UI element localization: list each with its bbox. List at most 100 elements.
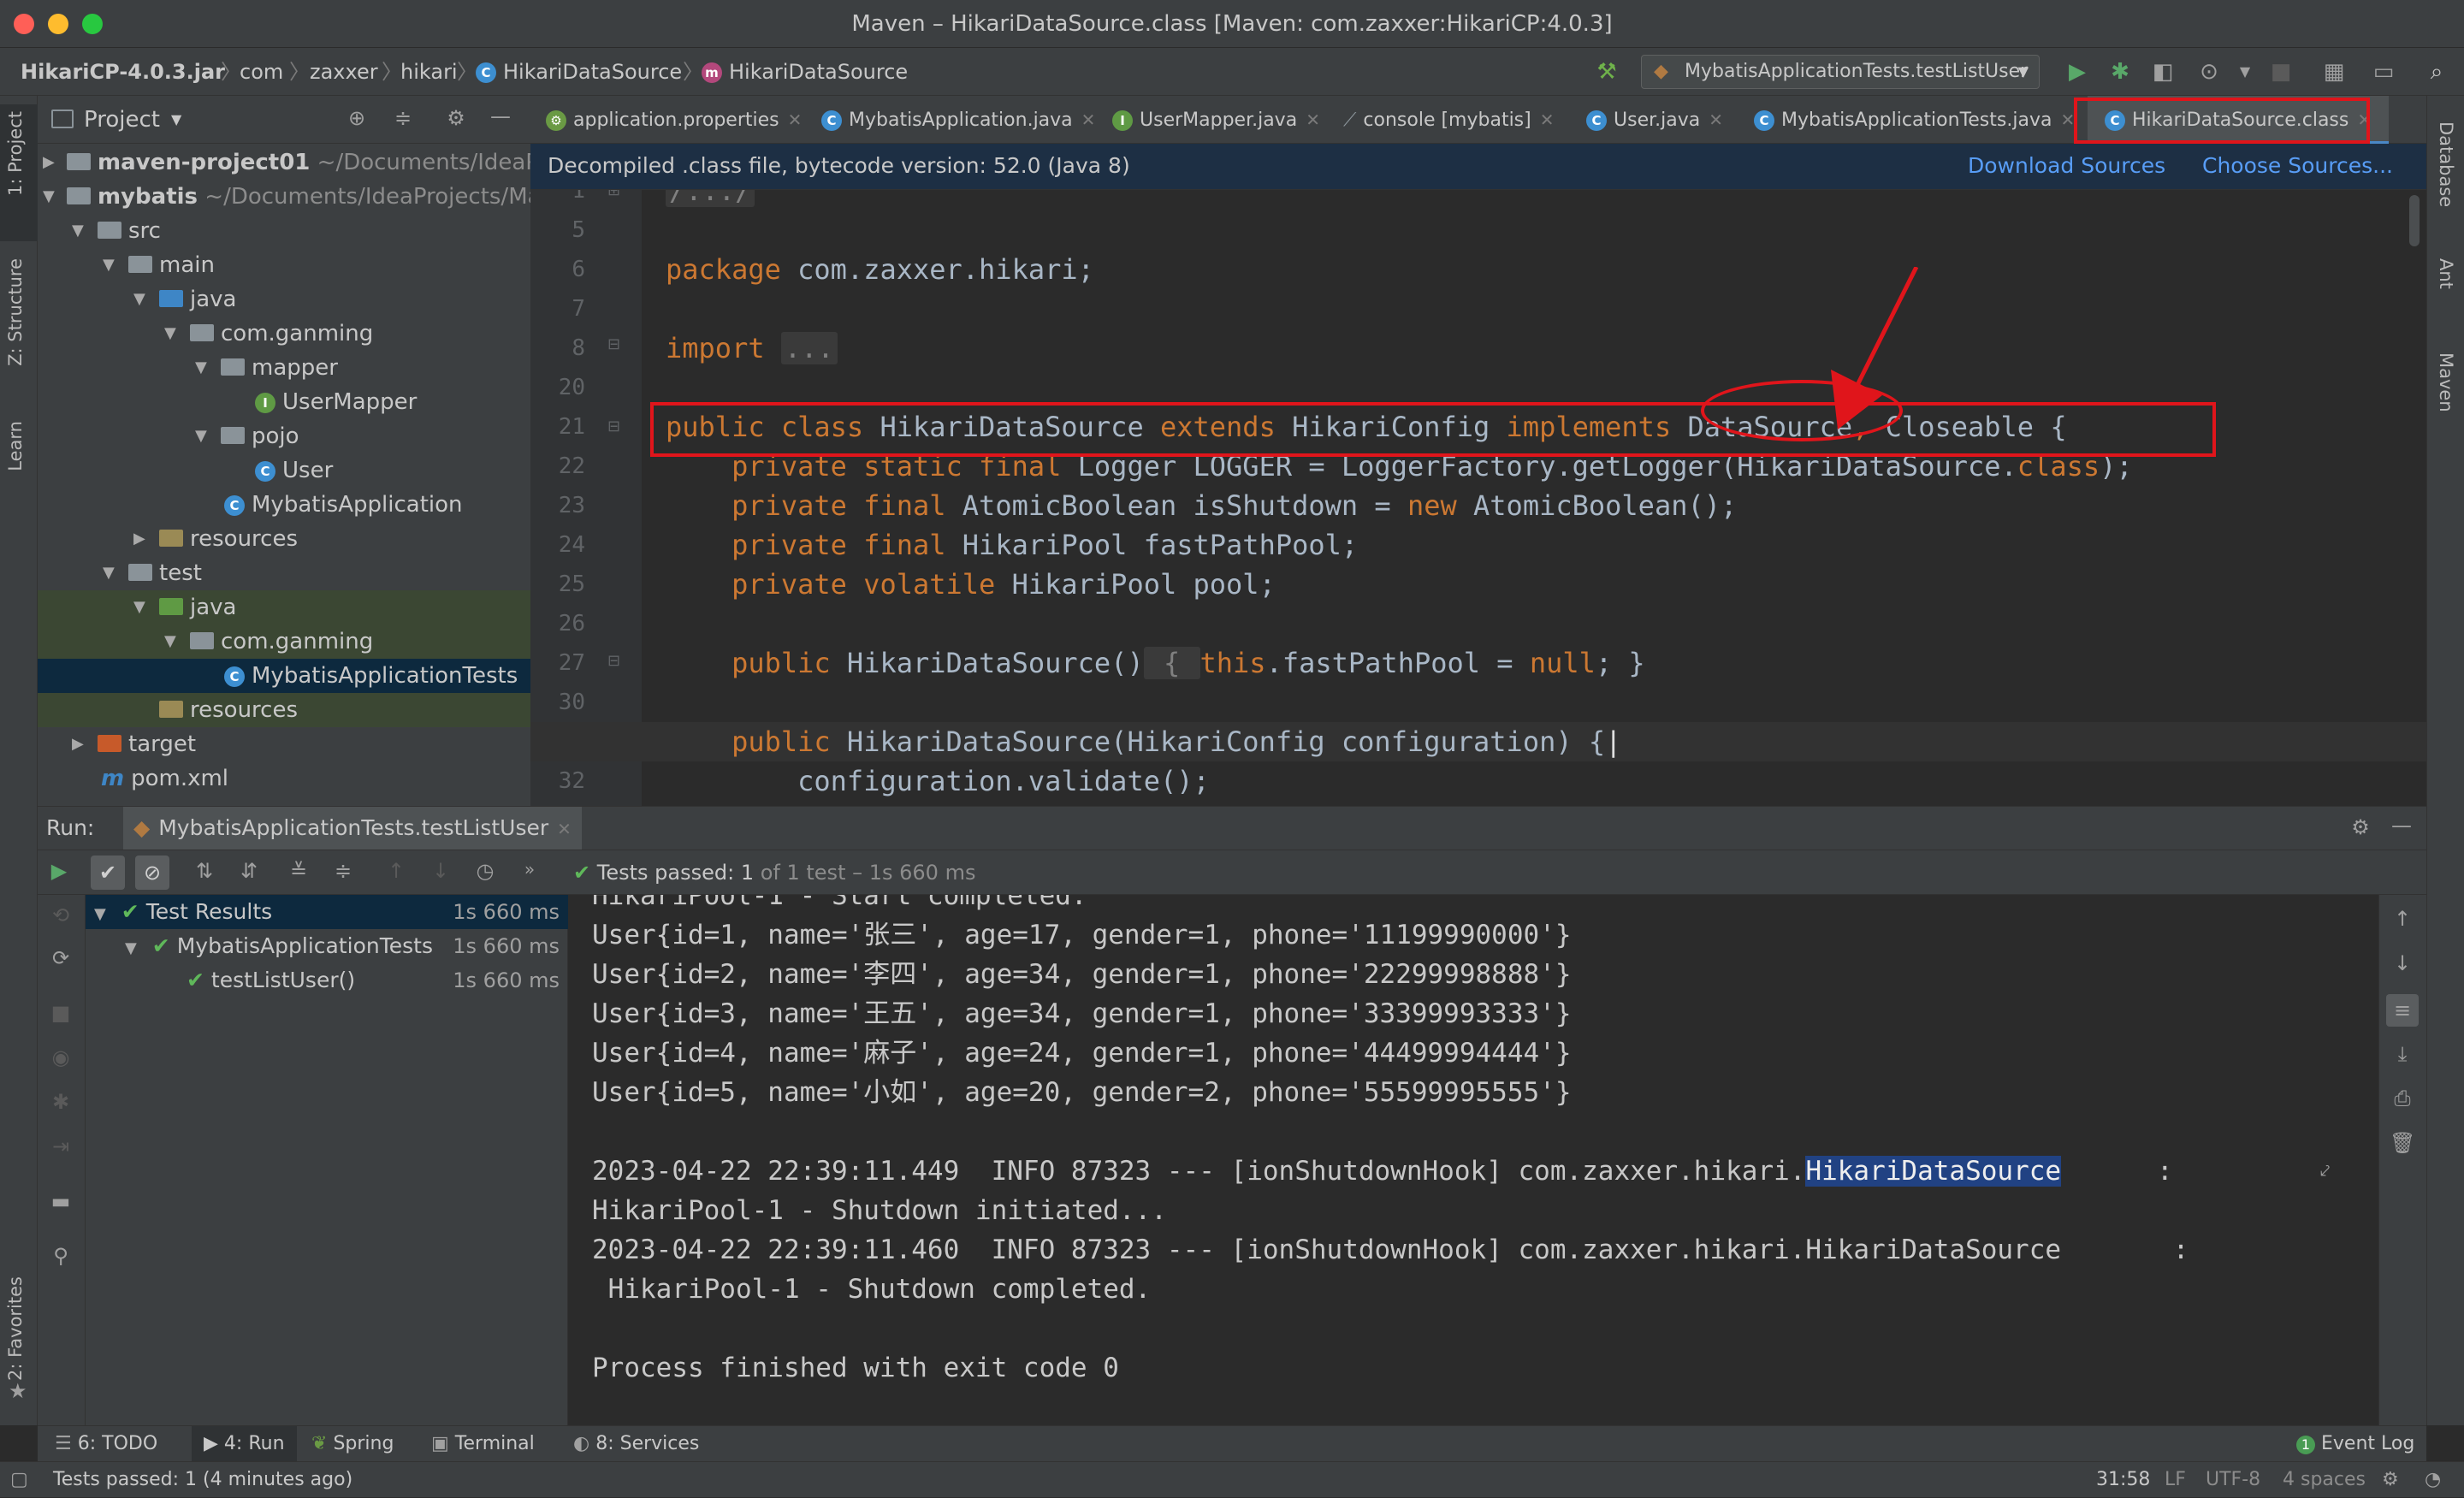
tool-window-database[interactable]: Database (2436, 121, 2456, 207)
tool-window-services[interactable]: ◐ 8: Services (573, 1426, 699, 1462)
close-icon[interactable]: ✕ (1081, 110, 1096, 130)
chevron-down-icon[interactable]: ▼ (195, 419, 207, 453)
run-tab[interactable]: ◆ MybatisApplicationTests.testListUser ✕ (123, 807, 582, 850)
tree-item-maven-project01[interactable]: ▶ maven-project01 ~/Documents/IdeaPro (38, 145, 530, 180)
close-icon[interactable]: ✕ (1306, 110, 1320, 130)
tab-usermapper-java[interactable]: I UserMapper.java ✕ (1112, 96, 1320, 144)
tree-item-mapper[interactable]: ▼ mapper (38, 351, 530, 385)
layout-icon[interactable]: ▬ (48, 1189, 74, 1213)
chevron-right-icon[interactable]: ▶ (72, 727, 84, 761)
chevron-down-icon[interactable]: ▼ (195, 351, 207, 385)
tree-item-test-com-ganming[interactable]: ▼ com.ganming (38, 625, 530, 659)
sort-by-duration-icon[interactable]: ⇵ (236, 859, 262, 883)
debug-bug-icon[interactable]: ✱ (48, 1090, 74, 1114)
status-message[interactable]: Tests passed: 1 (4 minutes ago) (53, 1462, 352, 1498)
scroll-to-end-icon[interactable]: ⤓ (2390, 1042, 2415, 1066)
tree-item-java[interactable]: ▼ java (38, 282, 530, 317)
tool-window-project[interactable]: 1: Project (5, 111, 26, 196)
chevron-down-icon[interactable]: ▼ (43, 180, 55, 214)
chevron-down-icon[interactable]: ▼ (164, 625, 176, 659)
previous-failed-arrow-up-icon[interactable]: ↑ (383, 859, 409, 883)
chevron-right-icon[interactable]: ▶ (43, 145, 55, 180)
chevron-down-icon[interactable]: ▼ (125, 939, 137, 957)
tree-item-test-resources[interactable]: resources (38, 693, 530, 727)
arrow-down-icon[interactable]: ↓ (2390, 951, 2415, 975)
tree-item-mybatisapplicationtests[interactable]: C MybatisApplicationTests (38, 659, 530, 693)
rerun-failed-icon[interactable]: ⟲ (48, 903, 74, 927)
dump-threads-camera-icon[interactable]: ◉ (48, 1045, 74, 1069)
search-icon[interactable]: ⌕ (2423, 58, 2450, 86)
chevron-down-icon[interactable]: ▼ (94, 905, 106, 923)
tree-item-usermapper[interactable]: I UserMapper (38, 385, 530, 419)
close-icon[interactable]: ✕ (2060, 110, 2075, 130)
tab-mybatisapplication-java[interactable]: C MybatisApplication.java ✕ (821, 96, 1095, 144)
tree-item-resources[interactable]: ▶ resources (38, 522, 530, 556)
close-icon[interactable]: ✕ (1540, 110, 1555, 130)
tool-window-terminal[interactable]: ▣ Terminal (431, 1426, 535, 1462)
tool-window-learn[interactable]: Learn (5, 421, 26, 471)
chevron-down-icon[interactable]: ▼ (103, 248, 115, 282)
gear-icon[interactable]: ⚙ (443, 106, 469, 130)
tree-item-mybatis[interactable]: ▼ mybatis ~/Documents/IdeaProjects/Mav (38, 180, 530, 214)
build-hammer-icon[interactable]: ⚒ (1593, 58, 1620, 86)
arrow-up-icon[interactable]: ↑ (2390, 907, 2415, 931)
rerun-icon[interactable]: ▶ (46, 859, 72, 883)
tool-window-ant[interactable]: Ant (2436, 258, 2456, 289)
coverage-icon[interactable]: ◧ (2149, 58, 2177, 86)
fold-marker-icon[interactable]: ⊟ (607, 652, 620, 670)
tree-item-target[interactable]: ▶ target (38, 727, 530, 761)
tree-item-pom-xml[interactable]: m pom.xml (38, 761, 530, 796)
project-structure-icon[interactable]: ▦ (2320, 58, 2348, 86)
run-configuration-select[interactable]: ◆ MybatisApplicationTests.testListUser ▼ (1641, 55, 2040, 89)
breadcrumb-com[interactable]: com (240, 48, 283, 96)
presentation-mode-icon[interactable]: ▭ (2370, 58, 2397, 86)
chevron-down-icon[interactable]: ▼ (164, 317, 176, 351)
inspector-gear-icon[interactable]: ⚙ (2382, 1462, 2399, 1498)
tree-item-main[interactable]: ▼ main (38, 248, 530, 282)
chevron-down-icon[interactable]: ▼ (2231, 58, 2259, 86)
chevron-down-icon[interactable]: ▼ (171, 96, 181, 144)
trash-icon[interactable]: 🗑 (2390, 1131, 2415, 1155)
test-case-testlistuser[interactable]: ✔ testListUser() 1s 660 ms (187, 963, 568, 998)
locate-crosshair-icon[interactable]: ⊕ (344, 106, 370, 130)
breadcrumb-member[interactable]: m HikariDataSource (702, 48, 908, 96)
profile-icon[interactable]: ⊙ (2195, 58, 2223, 86)
fold-marker-icon[interactable]: ⊟ (607, 417, 620, 435)
tree-item-test[interactable]: ▼ test (38, 556, 530, 590)
stop-icon[interactable]: ■ (48, 1001, 74, 1025)
hide-minus-icon[interactable]: — (2389, 814, 2414, 838)
tab-mybatisapplicationtests-java[interactable]: C MybatisApplicationTests.java ✕ (1754, 96, 2075, 144)
breadcrumb-class[interactable]: C HikariDataSource (476, 48, 682, 96)
line-separator[interactable]: LF (2165, 1462, 2186, 1498)
run-console[interactable]: HikariPool-1 - Start completed. User{id=… (568, 895, 2378, 1425)
show-passed-check-icon[interactable]: ✔ (91, 856, 125, 890)
code-editor[interactable]: 1 5 6 7 8 20 21 22 23 24 25 26 27 30 31 … (530, 190, 2426, 806)
tool-window-run[interactable]: ▶ 4: Run (192, 1426, 297, 1462)
tool-window-favorites[interactable]: 2: Favorites (5, 1276, 26, 1381)
sort-alphabetically-icon[interactable]: ⇅ (192, 859, 217, 883)
tool-window-event-log[interactable]: 1 Event Log (2296, 1426, 2414, 1462)
breadcrumb-jar[interactable]: HikariCP-4.0.3.jar (21, 48, 225, 96)
close-icon[interactable]: ✕ (788, 110, 803, 130)
close-icon[interactable]: ✕ (2357, 110, 2372, 130)
tab-application-properties[interactable]: ⚙ application.properties ✕ (546, 96, 802, 144)
collapse-all-icon[interactable]: ≑ (330, 859, 356, 883)
collapse-all-icon[interactable]: ≑ (390, 106, 416, 130)
pin-icon[interactable]: ⚲ (48, 1244, 74, 1268)
exit-icon[interactable]: ⇥ (48, 1134, 74, 1158)
tree-item-pojo[interactable]: ▼ pojo (38, 419, 530, 453)
next-failed-arrow-down-icon[interactable]: ↓ (428, 859, 453, 883)
close-icon[interactable]: ✕ (557, 819, 572, 839)
breadcrumb-hikari[interactable]: hikari (400, 48, 458, 96)
chevron-down-icon[interactable]: ▼ (133, 282, 145, 317)
toggle-tool-windows-icon[interactable]: ▢ (10, 1462, 28, 1498)
tree-item-mybatisapplication[interactable]: C MybatisApplication (38, 488, 530, 522)
tab-hikaridatasource-class[interactable]: C HikariDataSource.class ✕ (2088, 96, 2390, 144)
test-history-clock-icon[interactable]: ◷ (472, 859, 498, 883)
print-icon[interactable]: ⎙ (2390, 1086, 2415, 1110)
caret-position[interactable]: 31:58 (2096, 1462, 2150, 1498)
show-ignored-icon[interactable]: ⊘ (135, 856, 169, 890)
tree-item-user[interactable]: C User (38, 453, 530, 488)
test-results-root[interactable]: ▼ ✔ Test Results 1s 660 ms (94, 895, 568, 929)
close-icon[interactable]: ✕ (1709, 110, 1723, 130)
